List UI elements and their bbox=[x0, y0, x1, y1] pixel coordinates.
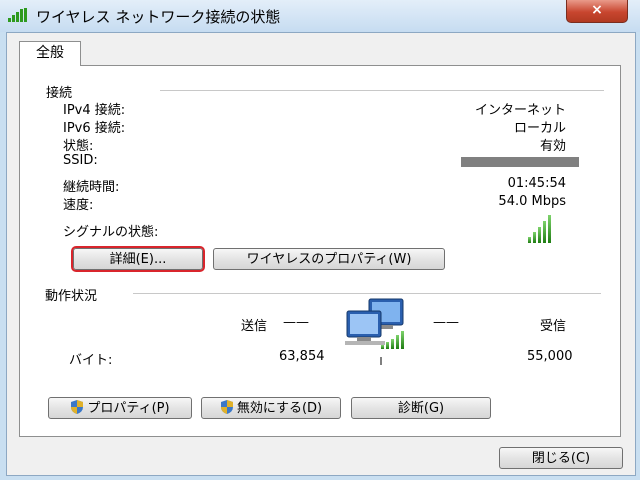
shield-icon bbox=[71, 400, 84, 414]
tab-general[interactable]: 全般 bbox=[19, 41, 81, 66]
wireless-properties-button[interactable]: ワイヤレスのプロパティ(W) bbox=[213, 248, 445, 270]
disable-button-label: 無効にする(D) bbox=[236, 401, 323, 416]
ssid-value-redacted bbox=[461, 157, 579, 167]
ssid-label: SSID: bbox=[63, 153, 98, 168]
section-divider-activity bbox=[133, 293, 601, 294]
close-window-button[interactable]: × bbox=[566, 0, 628, 23]
section-title-activity: 動作状況 bbox=[45, 289, 98, 304]
properties-button-label: プロパティ(P) bbox=[87, 401, 170, 416]
shield-icon bbox=[220, 400, 233, 414]
bytes-label: バイト: bbox=[69, 353, 113, 368]
window-title: ワイヤレス ネットワーク接続の状態 bbox=[36, 8, 281, 26]
wireless-signal-icon bbox=[8, 8, 27, 22]
details-button[interactable]: 詳細(E)... bbox=[71, 246, 205, 272]
received-label: 受信 bbox=[540, 319, 567, 334]
duration-value: 01:45:54 bbox=[507, 176, 566, 191]
status-label: 状態: bbox=[63, 139, 94, 154]
status-value: 有効 bbox=[539, 139, 566, 154]
bytes-sent-value: 63,854 bbox=[279, 349, 325, 364]
ipv6-value: ローカル bbox=[513, 121, 566, 136]
properties-button[interactable]: プロパティ(P) bbox=[48, 397, 192, 419]
sent-label: 送信 bbox=[241, 319, 268, 334]
diagnose-button[interactable]: 診断(G) bbox=[351, 397, 491, 419]
signal-strength-icon bbox=[528, 213, 551, 243]
ipv4-label: IPv4 接続: bbox=[63, 103, 126, 118]
speed-label: 速度: bbox=[63, 198, 94, 213]
disable-button[interactable]: 無効にする(D) bbox=[201, 397, 341, 419]
received-dash: —— bbox=[433, 315, 459, 330]
sent-dash: —— bbox=[283, 315, 309, 330]
close-button[interactable]: 閉じる(C) bbox=[499, 447, 623, 469]
ipv6-label: IPv6 接続: bbox=[63, 121, 126, 136]
signal-label: シグナルの状態: bbox=[63, 225, 159, 240]
speed-value: 54.0 Mbps bbox=[498, 194, 566, 209]
duration-label: 継続時間: bbox=[63, 180, 120, 195]
section-divider bbox=[160, 90, 604, 91]
dialog-body: 全般 接続 IPv4 接続: インターネット IPv6 接続: ローカル 状態:… bbox=[6, 32, 636, 476]
ipv4-value: インターネット bbox=[474, 103, 566, 118]
bytes-received-value: 55,000 bbox=[527, 349, 573, 364]
activity-indicator bbox=[380, 357, 382, 365]
title-bar: ワイヤレス ネットワーク接続の状態 × bbox=[0, 0, 640, 32]
activity-signal-icon bbox=[381, 329, 404, 349]
